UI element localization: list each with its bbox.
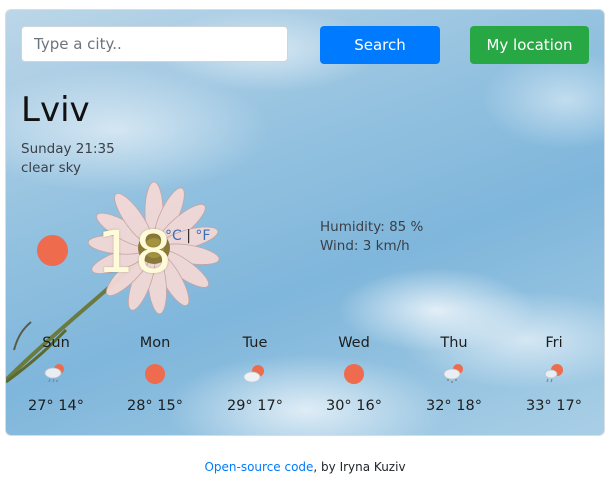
rain-sun-icon [542, 362, 566, 386]
forecast-day: Thu 32° 18° [414, 332, 494, 414]
forecast-temps: 30° 16° [325, 398, 382, 414]
rain-snow-icon [44, 362, 68, 386]
forecast-temps: 29° 17° [226, 398, 283, 414]
unit-separator: | [186, 228, 191, 244]
forecast-day: Sun 27° 14° [16, 332, 96, 414]
forecast-temps: 32° 18° [425, 398, 482, 414]
forecast-day: Tue 29° 17° [215, 332, 295, 414]
forecast-temps: 27° 14° [27, 398, 84, 414]
forecast-temps: 33° 17° [525, 398, 582, 414]
cloud-snow-icon [442, 362, 466, 386]
current-temperature: 18 [97, 218, 173, 286]
sun-icon [37, 235, 68, 266]
forecast-day: Fri 33° 17° [514, 332, 594, 414]
humidity: Humidity: 85 % [320, 219, 424, 235]
forecast-day-name: Mon [139, 335, 171, 351]
current-meta: Sunday 21:35 clear sky [21, 140, 115, 178]
partly-cloudy-icon [243, 362, 267, 386]
wind: Wind: 3 km/h [320, 238, 410, 254]
forecast-temps: 28° 15° [126, 398, 183, 414]
city-name: Lviv [21, 90, 90, 130]
sun-icon [342, 362, 366, 386]
forecast-day-name: Thu [440, 335, 468, 351]
weather-details: Humidity: 85 % Wind: 3 km/h [320, 218, 423, 256]
unit-toggle: °C | °F [165, 228, 210, 244]
source-code-link[interactable]: Open-source code [204, 460, 313, 474]
forecast-day-name: Wed [338, 335, 370, 351]
forecast-day: Mon 28° 15° [115, 332, 195, 414]
forecast-row: Sun 27° 14° Mon 28° 15° Tue 29° 17° Wed … [6, 332, 604, 422]
my-location-button[interactable]: My location [470, 26, 589, 64]
footer-author: , by Iryna Kuziv [313, 460, 406, 474]
search-button[interactable]: Search [320, 26, 440, 64]
weather-card: Search My location Lviv Sunday 21:35 cle… [5, 9, 605, 436]
fahrenheit-link[interactable]: °F [195, 228, 210, 244]
celsius-link[interactable]: °C [165, 228, 182, 244]
forecast-day-name: Fri [545, 335, 563, 351]
forecast-day-name: Sun [42, 335, 70, 351]
weather-description: clear sky [21, 160, 81, 176]
footer: Open-source code, by Iryna Kuziv [0, 460, 610, 474]
sun-icon [143, 362, 167, 386]
city-search-input[interactable] [21, 26, 288, 62]
forecast-day: Wed 30° 16° [314, 332, 394, 414]
date-time: Sunday 21:35 [21, 141, 115, 157]
forecast-day-name: Tue [242, 335, 268, 351]
